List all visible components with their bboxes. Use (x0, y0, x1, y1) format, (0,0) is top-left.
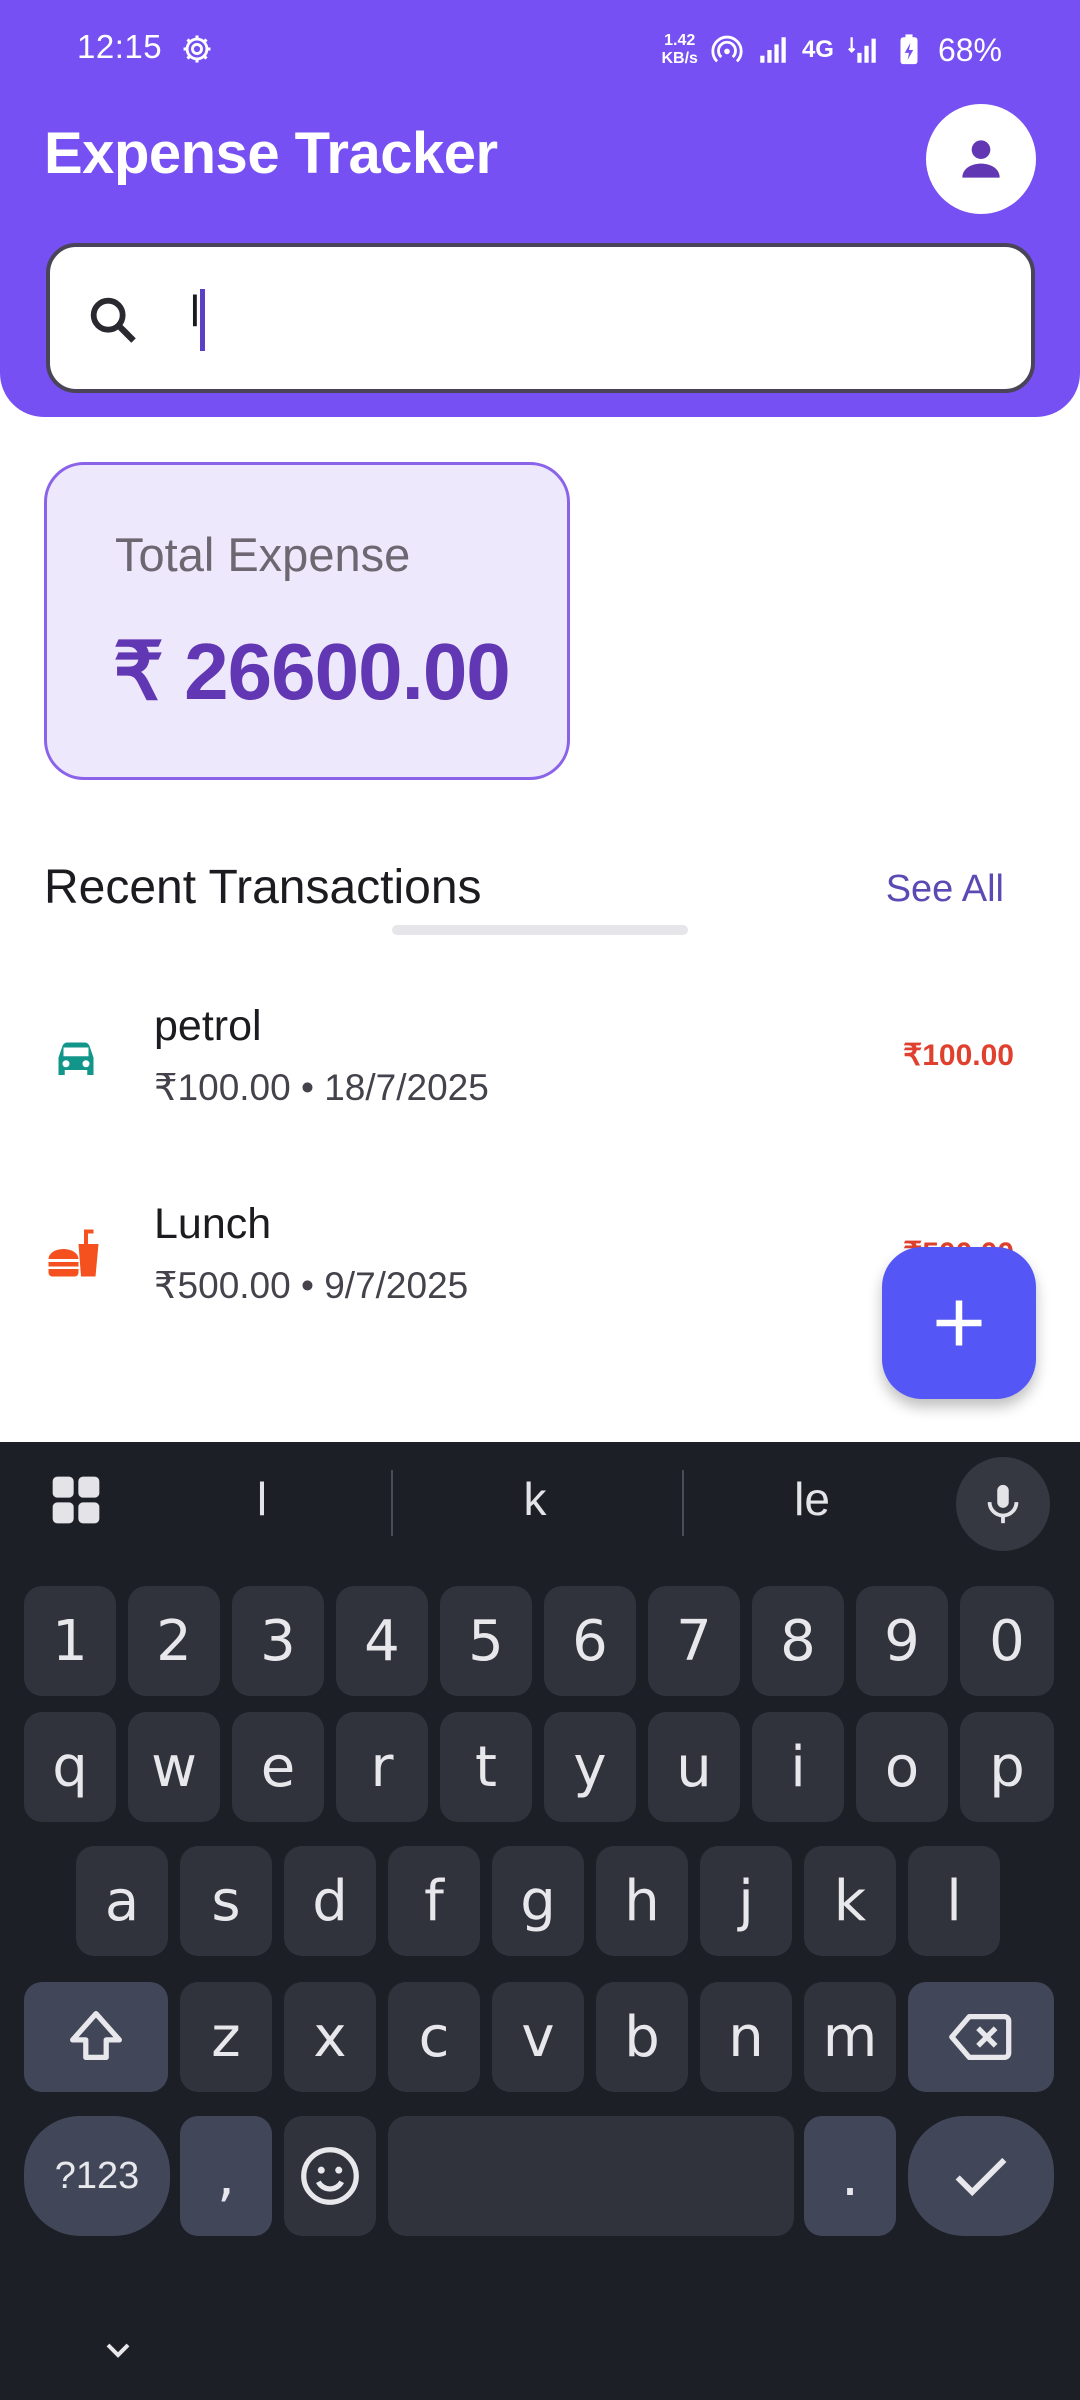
car-icon (58, 1042, 94, 1075)
suggestion-item[interactable]: k (425, 1472, 645, 1526)
recent-transactions-title: Recent Transactions (44, 861, 482, 914)
key[interactable]: h (596, 1846, 688, 1956)
key[interactable]: 1 (24, 1586, 116, 1696)
key[interactable]: d (284, 1846, 376, 1956)
suggestion-divider (682, 1470, 684, 1536)
key[interactable]: z (180, 1982, 272, 2092)
search-icon (90, 297, 136, 343)
network-type: 4G (801, 36, 834, 63)
checkmark-icon (955, 2157, 1007, 2197)
key[interactable]: k (804, 1846, 896, 1956)
key[interactable]: q (24, 1712, 116, 1822)
see-all-link[interactable]: See All (886, 868, 1004, 911)
key[interactable]: a (76, 1846, 168, 1956)
total-expense-value: ₹ 26600.00 (113, 627, 511, 716)
battery-percent: 68% (937, 31, 1002, 68)
shift-key[interactable] (24, 1982, 168, 2092)
key[interactable]: u (648, 1712, 740, 1822)
key[interactable]: 6 (544, 1586, 636, 1696)
signal-2-icon (847, 37, 876, 63)
key[interactable]: t (440, 1712, 532, 1822)
status-time: 12:15 (77, 28, 163, 65)
key[interactable]: 5 (440, 1586, 532, 1696)
suggestion-strip: l k le (0, 1442, 1080, 1562)
hotspot-icon (711, 35, 743, 63)
voice-input-button[interactable] (956, 1457, 1050, 1551)
text-cursor (200, 289, 205, 351)
add-transaction-button[interactable] (882, 1247, 1036, 1399)
transaction-row[interactable]: petrol ₹100.00 • 18/7/2025 ₹100.00 (0, 980, 1080, 1140)
emoji-icon (301, 2147, 359, 2205)
transaction-amount: ₹100.00 (903, 1039, 1014, 1072)
fastfood-icon (48, 1229, 99, 1277)
shift-icon (70, 2011, 122, 2061)
enter-key[interactable] (908, 2116, 1054, 2236)
key[interactable]: j (700, 1846, 792, 1956)
key[interactable]: 7 (648, 1586, 740, 1696)
transaction-detail: ₹500.00 • 9/7/2025 (154, 1265, 469, 1306)
transaction-name: petrol (154, 1002, 262, 1050)
key[interactable]: 2 (128, 1586, 220, 1696)
chevron-down-icon[interactable] (98, 2330, 138, 2370)
transaction-name: Lunch (154, 1200, 272, 1248)
search-input-value: l (190, 287, 200, 336)
battery-charging-icon (900, 34, 918, 65)
total-expense-card: Total Expense ₹ 26600.00 (44, 462, 570, 780)
add-icon (936, 1300, 982, 1346)
key[interactable]: 0 (960, 1586, 1054, 1696)
person-icon (962, 140, 1000, 178)
search-input[interactable]: l (46, 243, 1035, 393)
keyboard-nav-bar (0, 2312, 1080, 2400)
key[interactable]: 3 (232, 1586, 324, 1696)
key[interactable]: y (544, 1712, 636, 1822)
key[interactable]: 8 (752, 1586, 844, 1696)
key[interactable]: i (752, 1712, 844, 1822)
key[interactable]: f (388, 1846, 480, 1956)
key[interactable]: o (856, 1712, 948, 1822)
key[interactable]: b (596, 1982, 688, 2092)
signal-icon (760, 37, 786, 63)
total-expense-label: Total Expense (115, 528, 411, 581)
backspace-icon (949, 2013, 1012, 2061)
key[interactable]: c (388, 1982, 480, 2092)
apps-grid-icon[interactable] (48, 1472, 104, 1528)
key[interactable]: s (180, 1846, 272, 1956)
suggestion-item[interactable]: l (152, 1472, 372, 1526)
period-key[interactable]: . (804, 2116, 896, 2236)
home-indicator[interactable] (392, 925, 688, 935)
key[interactable]: g (492, 1846, 584, 1956)
suggestion-divider (391, 1470, 393, 1536)
transaction-detail: ₹100.00 • 18/7/2025 (154, 1067, 489, 1108)
key[interactable]: m (804, 1982, 896, 2092)
emoji-key[interactable] (284, 2116, 376, 2236)
network-speed: 1.42 KB/s (661, 32, 698, 67)
key[interactable]: r (336, 1712, 428, 1822)
key[interactable]: v (492, 1982, 584, 2092)
microphone-icon (987, 1484, 1019, 1524)
key[interactable]: e (232, 1712, 324, 1822)
symbols-key[interactable]: ?123 (24, 2116, 170, 2236)
page-title: Expense Tracker (44, 121, 498, 186)
app-header: 12:15 1.42 KB/s 4G 68% Expense Tracker l (0, 0, 1080, 417)
key[interactable]: 9 (856, 1586, 948, 1696)
key[interactable]: w (128, 1712, 220, 1822)
space-key[interactable] (388, 2116, 794, 2236)
key[interactable]: 4 (336, 1586, 428, 1696)
status-bar: 12:15 1.42 KB/s 4G 68% (0, 0, 1080, 100)
key[interactable]: l (908, 1846, 1000, 1956)
on-screen-keyboard: l k le 1 2 3 4 5 6 7 8 9 0 q w e r t y u… (0, 1442, 1080, 2400)
key[interactable]: x (284, 1982, 376, 2092)
suggestion-item[interactable]: le (702, 1472, 922, 1526)
key[interactable]: p (960, 1712, 1054, 1822)
backspace-key[interactable] (908, 1982, 1054, 2092)
key[interactable]: n (700, 1982, 792, 2092)
comma-key[interactable]: , (180, 2116, 272, 2236)
profile-avatar-button[interactable] (926, 104, 1036, 214)
settings-gear-icon (183, 35, 211, 63)
